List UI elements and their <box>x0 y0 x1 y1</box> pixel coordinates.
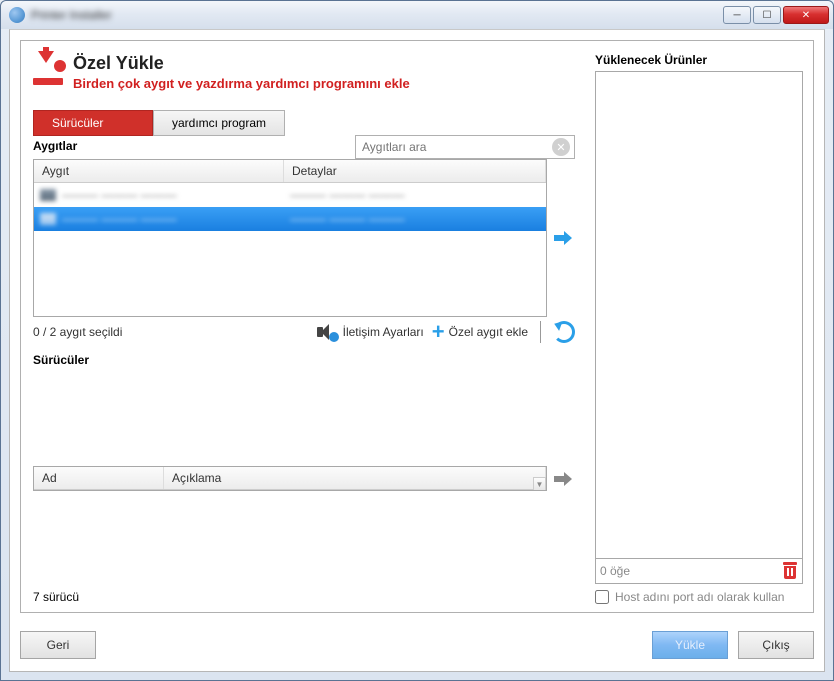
scroll-down-button[interactable]: ▼ <box>533 477 546 491</box>
page-title: Özel Yükle <box>73 53 410 74</box>
install-list[interactable] <box>595 71 803 559</box>
col-description[interactable]: Açıklama <box>164 467 546 489</box>
bottom-bar: Geri Yükle Çıkış <box>20 631 814 659</box>
minimize-button[interactable]: ─ <box>723 6 751 24</box>
window-title: Printer Installer <box>31 8 723 22</box>
inner-panel: Özel Yükle Birden çok aygıt ve yazdırma … <box>20 40 814 613</box>
install-list-footer: 0 öğe <box>595 559 803 584</box>
col-device[interactable]: Aygıt <box>34 160 284 182</box>
devices-header: Aygıt Detaylar <box>34 160 546 183</box>
tab-utility[interactable]: yardımcı program <box>153 110 285 136</box>
clear-search-icon[interactable]: ✕ <box>552 138 570 156</box>
install-list-title: Yüklenecek Ürünler <box>595 53 803 67</box>
exit-button[interactable]: Çıkış <box>738 631 814 659</box>
comm-settings-icon <box>317 324 339 340</box>
table-row[interactable]: ——— ——— ——— ——— ——— ——— <box>34 207 546 231</box>
separator <box>540 321 541 343</box>
table-row[interactable]: ——— ——— ——— ——— ——— ——— <box>34 183 546 207</box>
printer-icon <box>40 213 56 225</box>
drivers-section: Sürücüler Ad Açıklama ————————————————— … <box>33 353 575 604</box>
install-button[interactable]: Yükle <box>652 631 728 659</box>
devices-table: Aygıt Detaylar ——— ——— ——— ——— ——— ——— —… <box>33 159 547 317</box>
add-driver-arrow-button[interactable] <box>551 470 575 488</box>
col-details[interactable]: Detaylar <box>284 160 546 182</box>
plus-icon: + <box>432 325 445 339</box>
devices-section: Aygıtlar ✕ Aygıt Detaylar <box>33 135 575 343</box>
page-subtitle: Birden çok aygıt ve yazdırma yardımcı pr… <box>73 76 410 91</box>
devices-label: Aygıtlar <box>33 139 355 157</box>
selection-count: 0 / 2 aygıt seçildi <box>33 325 309 339</box>
host-checkbox-input[interactable] <box>595 590 609 604</box>
install-icon <box>33 53 65 85</box>
app-icon <box>9 7 25 23</box>
maximize-button[interactable]: ☐ <box>753 6 781 24</box>
host-checkbox-label: Host adını port adı olarak kullan <box>615 590 784 604</box>
close-button[interactable]: ✕ <box>783 6 829 24</box>
window-controls: ─ ☐ ✕ <box>723 6 829 24</box>
driver-count: 7 sürücü <box>33 590 575 604</box>
refresh-button[interactable] <box>553 321 575 343</box>
tab-bar: Sürücüler yardımcı program <box>33 109 575 135</box>
tab-drivers[interactable]: Sürücüler <box>33 110 153 136</box>
titlebar: Printer Installer ─ ☐ ✕ <box>1 1 833 29</box>
delete-button[interactable] <box>782 562 798 580</box>
drivers-label: Sürücüler <box>33 353 575 367</box>
devices-footer: 0 / 2 aygıt seçildi İletişim Ayarları + … <box>33 321 575 343</box>
add-custom-device-button[interactable]: + Özel aygıt ekle <box>432 325 528 339</box>
page-header: Özel Yükle Birden çok aygıt ve yazdırma … <box>33 53 575 91</box>
left-column: Özel Yükle Birden çok aygıt ve yazdırma … <box>21 41 587 612</box>
col-name[interactable]: Ad <box>34 467 164 489</box>
right-column: Yüklenecek Ürünler 0 öğe Host adını port… <box>587 41 813 612</box>
search-input[interactable] <box>356 137 552 157</box>
trash-icon <box>783 562 797 565</box>
drivers-table: Ad Açıklama ————————————————— ——————————… <box>33 466 547 491</box>
content-frame: Özel Yükle Birden çok aygıt ve yazdırma … <box>9 29 825 672</box>
app-window: Printer Installer ─ ☐ ✕ Özel Yükle <box>0 0 834 681</box>
host-as-port-checkbox[interactable]: Host adını port adı olarak kullan <box>595 590 803 604</box>
install-count: 0 öğe <box>600 564 776 578</box>
printer-icon <box>40 189 56 201</box>
add-device-arrow-button[interactable] <box>551 229 575 247</box>
device-search: ✕ <box>355 135 575 159</box>
back-button[interactable]: Geri <box>20 631 96 659</box>
comm-settings-button[interactable]: İletişim Ayarları <box>317 324 424 340</box>
